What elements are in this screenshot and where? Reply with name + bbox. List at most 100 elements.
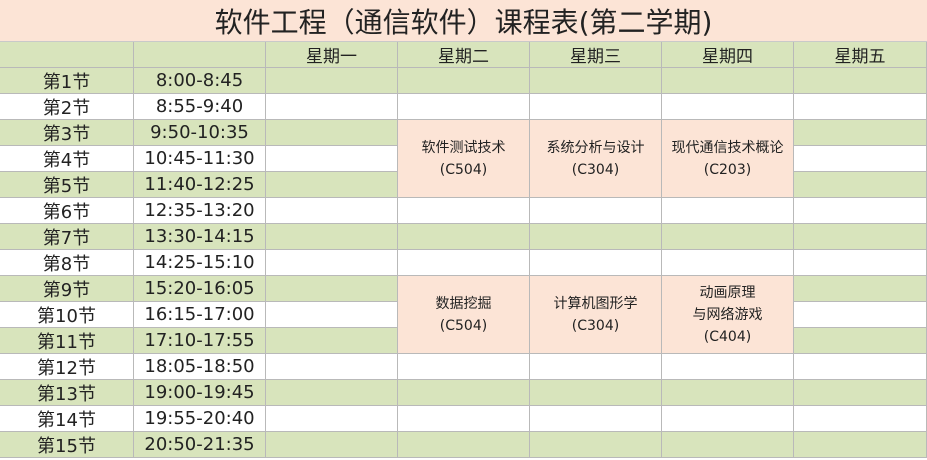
course-text-line: 现代通信技术概论 xyxy=(671,139,784,156)
period-label: 第1节 xyxy=(0,68,134,94)
schedule-cell xyxy=(398,250,530,276)
period-label: 第6节 xyxy=(0,198,134,224)
period-time: 8:55-9:40 xyxy=(134,94,266,120)
schedule-title: 软件工程（通信软件）课程表(第二学期) xyxy=(0,0,927,42)
course-text-line: (C404) xyxy=(703,328,752,345)
day-header: 星期四 xyxy=(662,42,794,68)
schedule-cell xyxy=(266,406,398,432)
course-text-line: 数据挖掘 xyxy=(435,295,492,312)
period-label: 第12节 xyxy=(0,354,134,380)
schedule-cell xyxy=(794,354,927,380)
course-text-line: (C304) xyxy=(571,317,620,334)
day-header: 星期二 xyxy=(398,42,530,68)
schedule-table: 星期一 星期二 星期三 星期四 星期五 第1节 8:00-8:45 第2节 8:55-9:40 第… xyxy=(0,42,927,460)
schedule-cell xyxy=(398,68,530,94)
schedule-cell xyxy=(530,250,662,276)
schedule-cell xyxy=(662,198,794,224)
course-text-line: 软件测试技术 xyxy=(421,139,506,156)
schedule-cell xyxy=(266,432,398,458)
schedule-cell xyxy=(662,224,794,250)
schedule-cell xyxy=(794,432,927,458)
day-header: 星期三 xyxy=(530,42,662,68)
schedule-cell xyxy=(530,432,662,458)
schedule-cell xyxy=(530,380,662,406)
course-text-line: (C504) xyxy=(439,161,488,178)
schedule-cell xyxy=(398,380,530,406)
day-header: 星期一 xyxy=(266,42,398,68)
period-time: 19:00-19:45 xyxy=(134,380,266,406)
period-time: 10:45-11:30 xyxy=(134,146,266,172)
schedule-cell xyxy=(794,302,927,328)
schedule-cell xyxy=(662,94,794,120)
schedule-cell xyxy=(530,406,662,432)
period-label: 第2节 xyxy=(0,94,134,120)
day-header: 星期五 xyxy=(794,42,927,68)
schedule-cell xyxy=(794,146,927,172)
header-blank-cell xyxy=(0,42,134,68)
period-time: 12:35-13:20 xyxy=(134,198,266,224)
schedule-cell xyxy=(794,406,927,432)
schedule-cell xyxy=(398,406,530,432)
course-text-line: 与网络游戏 xyxy=(692,306,763,323)
period-label: 第10节 xyxy=(0,302,134,328)
period-time: 15:20-16:05 xyxy=(134,276,266,302)
period-time: 14:25-15:10 xyxy=(134,250,266,276)
course-text-line: 系统分析与设计 xyxy=(546,139,645,156)
schedule-cell xyxy=(662,380,794,406)
schedule-cell xyxy=(266,68,398,94)
schedule-cell xyxy=(794,198,927,224)
schedule-cell xyxy=(530,198,662,224)
period-label: 第13节 xyxy=(0,380,134,406)
course-block: 数据挖掘 (C504) xyxy=(398,276,530,354)
schedule-cell xyxy=(530,354,662,380)
schedule-cell xyxy=(266,198,398,224)
course-text-line: (C504) xyxy=(439,317,488,334)
schedule-cell xyxy=(530,224,662,250)
schedule-cell xyxy=(266,224,398,250)
schedule-cell xyxy=(266,250,398,276)
schedule-cell xyxy=(794,276,927,302)
course-block: 计算机图形学 (C304) xyxy=(530,276,662,354)
schedule-cell xyxy=(398,94,530,120)
schedule-cell xyxy=(794,172,927,198)
schedule-cell xyxy=(266,354,398,380)
schedule-cell xyxy=(266,146,398,172)
schedule-cell xyxy=(794,328,927,354)
header-blank-cell xyxy=(134,42,266,68)
period-time: 20:50-21:35 xyxy=(134,432,266,458)
period-time: 8:00-8:45 xyxy=(134,68,266,94)
course-block: 动画原理 与网络游戏 (C404) xyxy=(662,276,794,354)
schedule-cell xyxy=(266,120,398,146)
schedule-cell xyxy=(794,120,927,146)
course-text-line: (C304) xyxy=(571,161,620,178)
schedule-cell xyxy=(266,172,398,198)
period-time: 19:55-20:40 xyxy=(134,406,266,432)
schedule-cell xyxy=(662,68,794,94)
schedule-cell xyxy=(266,276,398,302)
schedule-cell xyxy=(794,68,927,94)
schedule-cell xyxy=(266,380,398,406)
schedule-cell xyxy=(794,94,927,120)
period-time: 18:05-18:50 xyxy=(134,354,266,380)
period-time: 11:40-12:25 xyxy=(134,172,266,198)
schedule-cell xyxy=(398,354,530,380)
schedule-cell xyxy=(530,94,662,120)
period-label: 第8节 xyxy=(0,250,134,276)
schedule-cell xyxy=(662,250,794,276)
period-label: 第7节 xyxy=(0,224,134,250)
schedule-cell xyxy=(794,224,927,250)
schedule-cell xyxy=(662,406,794,432)
course-block: 软件测试技术 (C504) xyxy=(398,120,530,198)
period-label: 第15节 xyxy=(0,432,134,458)
course-text-line: 计算机图形学 xyxy=(553,295,638,312)
period-label: 第4节 xyxy=(0,146,134,172)
schedule-cell xyxy=(398,432,530,458)
period-label: 第14节 xyxy=(0,406,134,432)
schedule-cell xyxy=(794,250,927,276)
schedule-cell xyxy=(662,432,794,458)
schedule-cell xyxy=(266,94,398,120)
period-label: 第5节 xyxy=(0,172,134,198)
schedule-cell xyxy=(266,302,398,328)
course-block: 现代通信技术概论 (C203) xyxy=(662,120,794,198)
period-time: 17:10-17:55 xyxy=(134,328,266,354)
